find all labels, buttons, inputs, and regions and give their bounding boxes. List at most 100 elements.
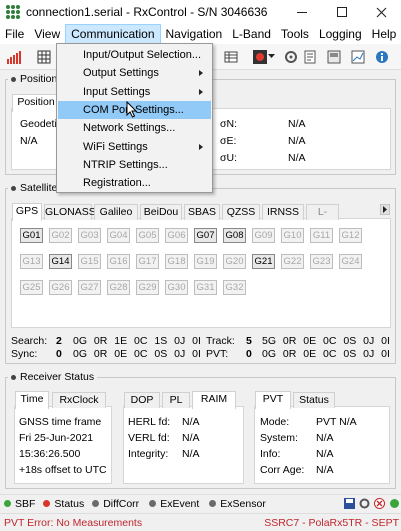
menu-item-label: Network Settings... [83, 122, 176, 134]
tab-irnss[interactable]: IRNSS [262, 204, 304, 220]
satellite-g29[interactable]: G29 [136, 280, 159, 295]
menu-item-label: Input/Output Selection... [83, 49, 202, 61]
menu-tools[interactable]: Tools [276, 24, 314, 44]
search-label: Search: [11, 335, 48, 347]
satellite-g27[interactable]: G27 [78, 280, 101, 295]
satellite-g24[interactable]: G24 [339, 254, 362, 269]
menu-item-ntrip-settings[interactable]: NTRIP Settings... [58, 156, 211, 174]
satellite-g13[interactable]: G13 [20, 254, 43, 269]
satellite-g11[interactable]: G11 [310, 228, 333, 243]
satellite-g15[interactable]: G15 [78, 254, 101, 269]
status-status[interactable]: Status [43, 498, 84, 510]
satellite-g08[interactable]: G08 [223, 228, 246, 243]
satellite-g25[interactable]: G25 [20, 280, 43, 295]
panel-icon[interactable] [326, 49, 342, 65]
satellite-g26[interactable]: G26 [49, 280, 72, 295]
satellite-g16[interactable]: G16 [107, 254, 130, 269]
connection-icon[interactable] [389, 498, 400, 509]
tab-status[interactable]: Status [293, 392, 335, 408]
satellite-g10[interactable]: G10 [281, 228, 304, 243]
tab-qzss[interactable]: QZSS [222, 204, 260, 220]
status-exsensor[interactable]: ExSensor [209, 498, 266, 510]
collapse-dot-icon[interactable] [11, 76, 16, 82]
menu-l-band[interactable]: L-Band [227, 24, 276, 44]
tab-dop[interactable]: DOP [124, 392, 160, 408]
tab-position[interactable]: Position [12, 94, 60, 112]
satellite-g28[interactable]: G28 [107, 280, 130, 295]
menu-item-wifi-settings[interactable]: WiFi Settings [58, 138, 211, 156]
collapse-dot-icon[interactable] [11, 374, 16, 380]
status-sbf[interactable]: SBF [4, 498, 35, 510]
satellite-g03[interactable]: G03 [78, 228, 101, 243]
save-icon[interactable] [344, 498, 355, 509]
communication-menu: Input/Output Selection... Output Settings… [56, 43, 213, 193]
tab-galileo[interactable]: Galileo [94, 204, 138, 220]
status-diffcorr[interactable]: DiffCorr [92, 498, 139, 510]
satellite-g21[interactable]: G21 [252, 254, 275, 269]
system-value: N/A [316, 432, 334, 444]
maximize-button[interactable] [322, 0, 362, 24]
tab-gps[interactable]: GPS [12, 203, 42, 221]
mouse-cursor-icon [126, 101, 138, 118]
satellite-g17[interactable]: G17 [136, 254, 159, 269]
menu-logging[interactable]: Logging [314, 24, 367, 44]
satellite-g05[interactable]: G05 [136, 228, 159, 243]
grid-icon[interactable] [36, 49, 52, 65]
collapse-dot-icon[interactable] [11, 185, 16, 191]
menu-help[interactable]: Help [367, 24, 401, 44]
satellite-g18[interactable]: G18 [165, 254, 188, 269]
tab-beidou[interactable]: BeiDou [140, 204, 182, 220]
menu-item-label: NTRIP Settings... [83, 159, 168, 171]
tab-glonass[interactable]: GLONASS [44, 204, 96, 220]
signal-bars-icon[interactable] [6, 49, 22, 65]
minimize-button[interactable] [282, 0, 322, 24]
clear-icon[interactable] [374, 498, 385, 509]
satellite-g19[interactable]: G19 [194, 254, 217, 269]
sync-count: 0 [56, 348, 62, 360]
satellite-g30[interactable]: G30 [165, 280, 188, 295]
info-icon[interactable] [374, 49, 390, 65]
menu-item-output-settings[interactable]: Output Settings [58, 64, 211, 82]
satellite-g06[interactable]: G06 [165, 228, 188, 243]
tab-scroll-right-icon[interactable] [380, 204, 390, 215]
tab-time[interactable]: Time [15, 391, 49, 409]
satellite-g32[interactable]: G32 [223, 280, 246, 295]
satellite-g22[interactable]: G22 [281, 254, 304, 269]
menu-view[interactable]: View [29, 24, 65, 44]
record-icon[interactable] [252, 49, 268, 65]
satellite-g14[interactable]: G14 [49, 254, 72, 269]
chart-icon[interactable] [350, 49, 366, 65]
satellite-g31[interactable]: G31 [194, 280, 217, 295]
menu-item-network-settings[interactable]: Network Settings... [58, 119, 211, 137]
menu-file[interactable]: File [0, 24, 29, 44]
tab-pl[interactable]: PL [162, 392, 190, 408]
tab-raim[interactable]: RAIM [192, 391, 236, 409]
tab-pvt[interactable]: PVT [255, 391, 291, 409]
tab-rxclock[interactable]: RxClock [52, 392, 106, 408]
menu-item-input-settings[interactable]: Input Settings [58, 83, 211, 101]
herl-value: N/A [182, 416, 200, 428]
satellite-g12[interactable]: G12 [339, 228, 362, 243]
system-label: System: [260, 432, 298, 444]
settings-icon[interactable] [359, 498, 370, 509]
close-button[interactable] [361, 0, 401, 24]
menu-communication[interactable]: Communication [65, 24, 161, 44]
satellite-g04[interactable]: G04 [107, 228, 130, 243]
menu-item-registration[interactable]: Registration... [58, 174, 211, 192]
table-icon[interactable] [223, 49, 239, 65]
chevron-down-icon[interactable] [268, 54, 275, 59]
menu-navigation[interactable]: Navigation [161, 24, 228, 44]
satellite-g02[interactable]: G02 [49, 228, 72, 243]
menu-item-input-output-selection[interactable]: Input/Output Selection... [58, 46, 211, 64]
error-message: PVT Error: No Measurements [4, 517, 143, 529]
satellite-g23[interactable]: G23 [310, 254, 333, 269]
tab-sbas[interactable]: SBAS [184, 204, 220, 220]
document-icon[interactable] [302, 49, 318, 65]
gear-icon[interactable] [283, 49, 299, 65]
status-exevent[interactable]: ExEvent [149, 498, 199, 510]
satellite-g07[interactable]: G07 [194, 228, 217, 243]
satellite-g20[interactable]: G20 [223, 254, 246, 269]
tab-l-band[interactable]: L-Band [306, 204, 339, 220]
satellite-g01[interactable]: G01 [20, 228, 43, 243]
satellite-g09[interactable]: G09 [252, 228, 275, 243]
